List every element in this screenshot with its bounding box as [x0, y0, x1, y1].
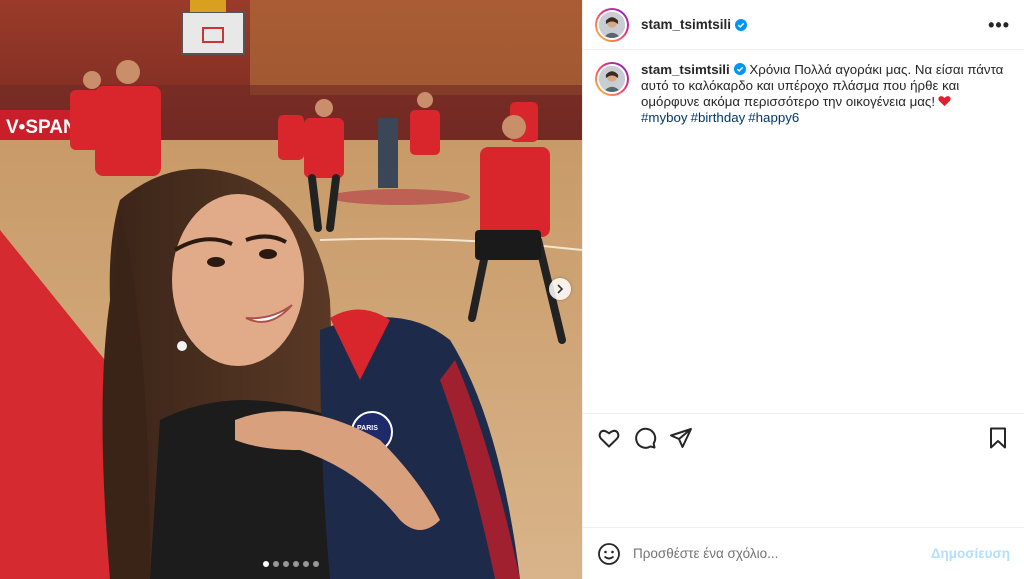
likes-area: [583, 461, 1024, 527]
avatar-image: [597, 9, 627, 40]
caption-username[interactable]: stam_tsimtsili: [641, 62, 730, 77]
comment-bubble-icon: [635, 427, 657, 449]
carousel-dot: [293, 561, 299, 567]
photo-scene: V•SPAN PARIS: [0, 0, 582, 579]
action-bar: [583, 413, 1024, 461]
next-photo-button[interactable]: [549, 278, 571, 300]
hashtag-link[interactable]: #myboy: [641, 110, 688, 125]
post-comment-button[interactable]: Δημοσίευση: [931, 546, 1010, 561]
verified-badge-icon: [733, 63, 746, 75]
caption-text: stam_tsimtsili Χρόνια Πολλά αγοράκι μας.…: [641, 62, 1010, 413]
carousel-dot: [303, 561, 309, 567]
heart-icon: [598, 429, 620, 447]
header-username[interactable]: stam_tsimtsili: [641, 17, 731, 32]
hashtag-link[interactable]: #happy6: [748, 110, 799, 125]
caption-block: stam_tsimtsili Χρόνια Πολλά αγοράκι μας.…: [583, 50, 1024, 413]
save-button[interactable]: [986, 426, 1010, 450]
emoji-smiley-icon[interactable]: [597, 542, 621, 566]
hashtags: #myboy #birthday #happy6: [641, 110, 1010, 126]
avatar-photo-icon: [599, 11, 625, 38]
chevron-right-icon: [557, 284, 564, 294]
carousel-indicator: [0, 561, 582, 567]
share-button[interactable]: [669, 426, 693, 450]
caption-avatar[interactable]: [595, 62, 629, 96]
red-heart-emoji-icon: [938, 96, 951, 107]
carousel-dot: [273, 561, 279, 567]
post-header: stam_tsimtsili •••: [583, 0, 1024, 50]
hashtag-link[interactable]: #birthday: [691, 110, 746, 125]
comment-input[interactable]: [633, 546, 931, 561]
caption-avatar-image: [597, 64, 627, 94]
like-button[interactable]: [597, 426, 621, 450]
avatar[interactable]: [595, 7, 629, 42]
avatar-photo-icon: [599, 66, 625, 92]
more-options-button[interactable]: •••: [988, 16, 1010, 34]
post-photo[interactable]: V•SPAN PARIS: [0, 0, 582, 579]
carousel-dot: [313, 561, 319, 567]
carousel-dot-active: [263, 561, 269, 567]
comment-button[interactable]: [633, 426, 657, 450]
instagram-post: V•SPAN PARIS stam_tsimtsili ••• stam_tsi…: [0, 0, 1024, 579]
post-side-panel: stam_tsimtsili ••• stam_tsimtsili Χρόνια…: [582, 0, 1024, 579]
add-comment-row: Δημοσίευση: [583, 527, 1024, 579]
paper-plane-icon: [670, 427, 692, 448]
carousel-dot: [283, 561, 289, 567]
verified-badge-icon: [735, 18, 748, 31]
court-banner-text: V•SPAN: [6, 117, 77, 138]
bookmark-icon: [990, 427, 1006, 448]
